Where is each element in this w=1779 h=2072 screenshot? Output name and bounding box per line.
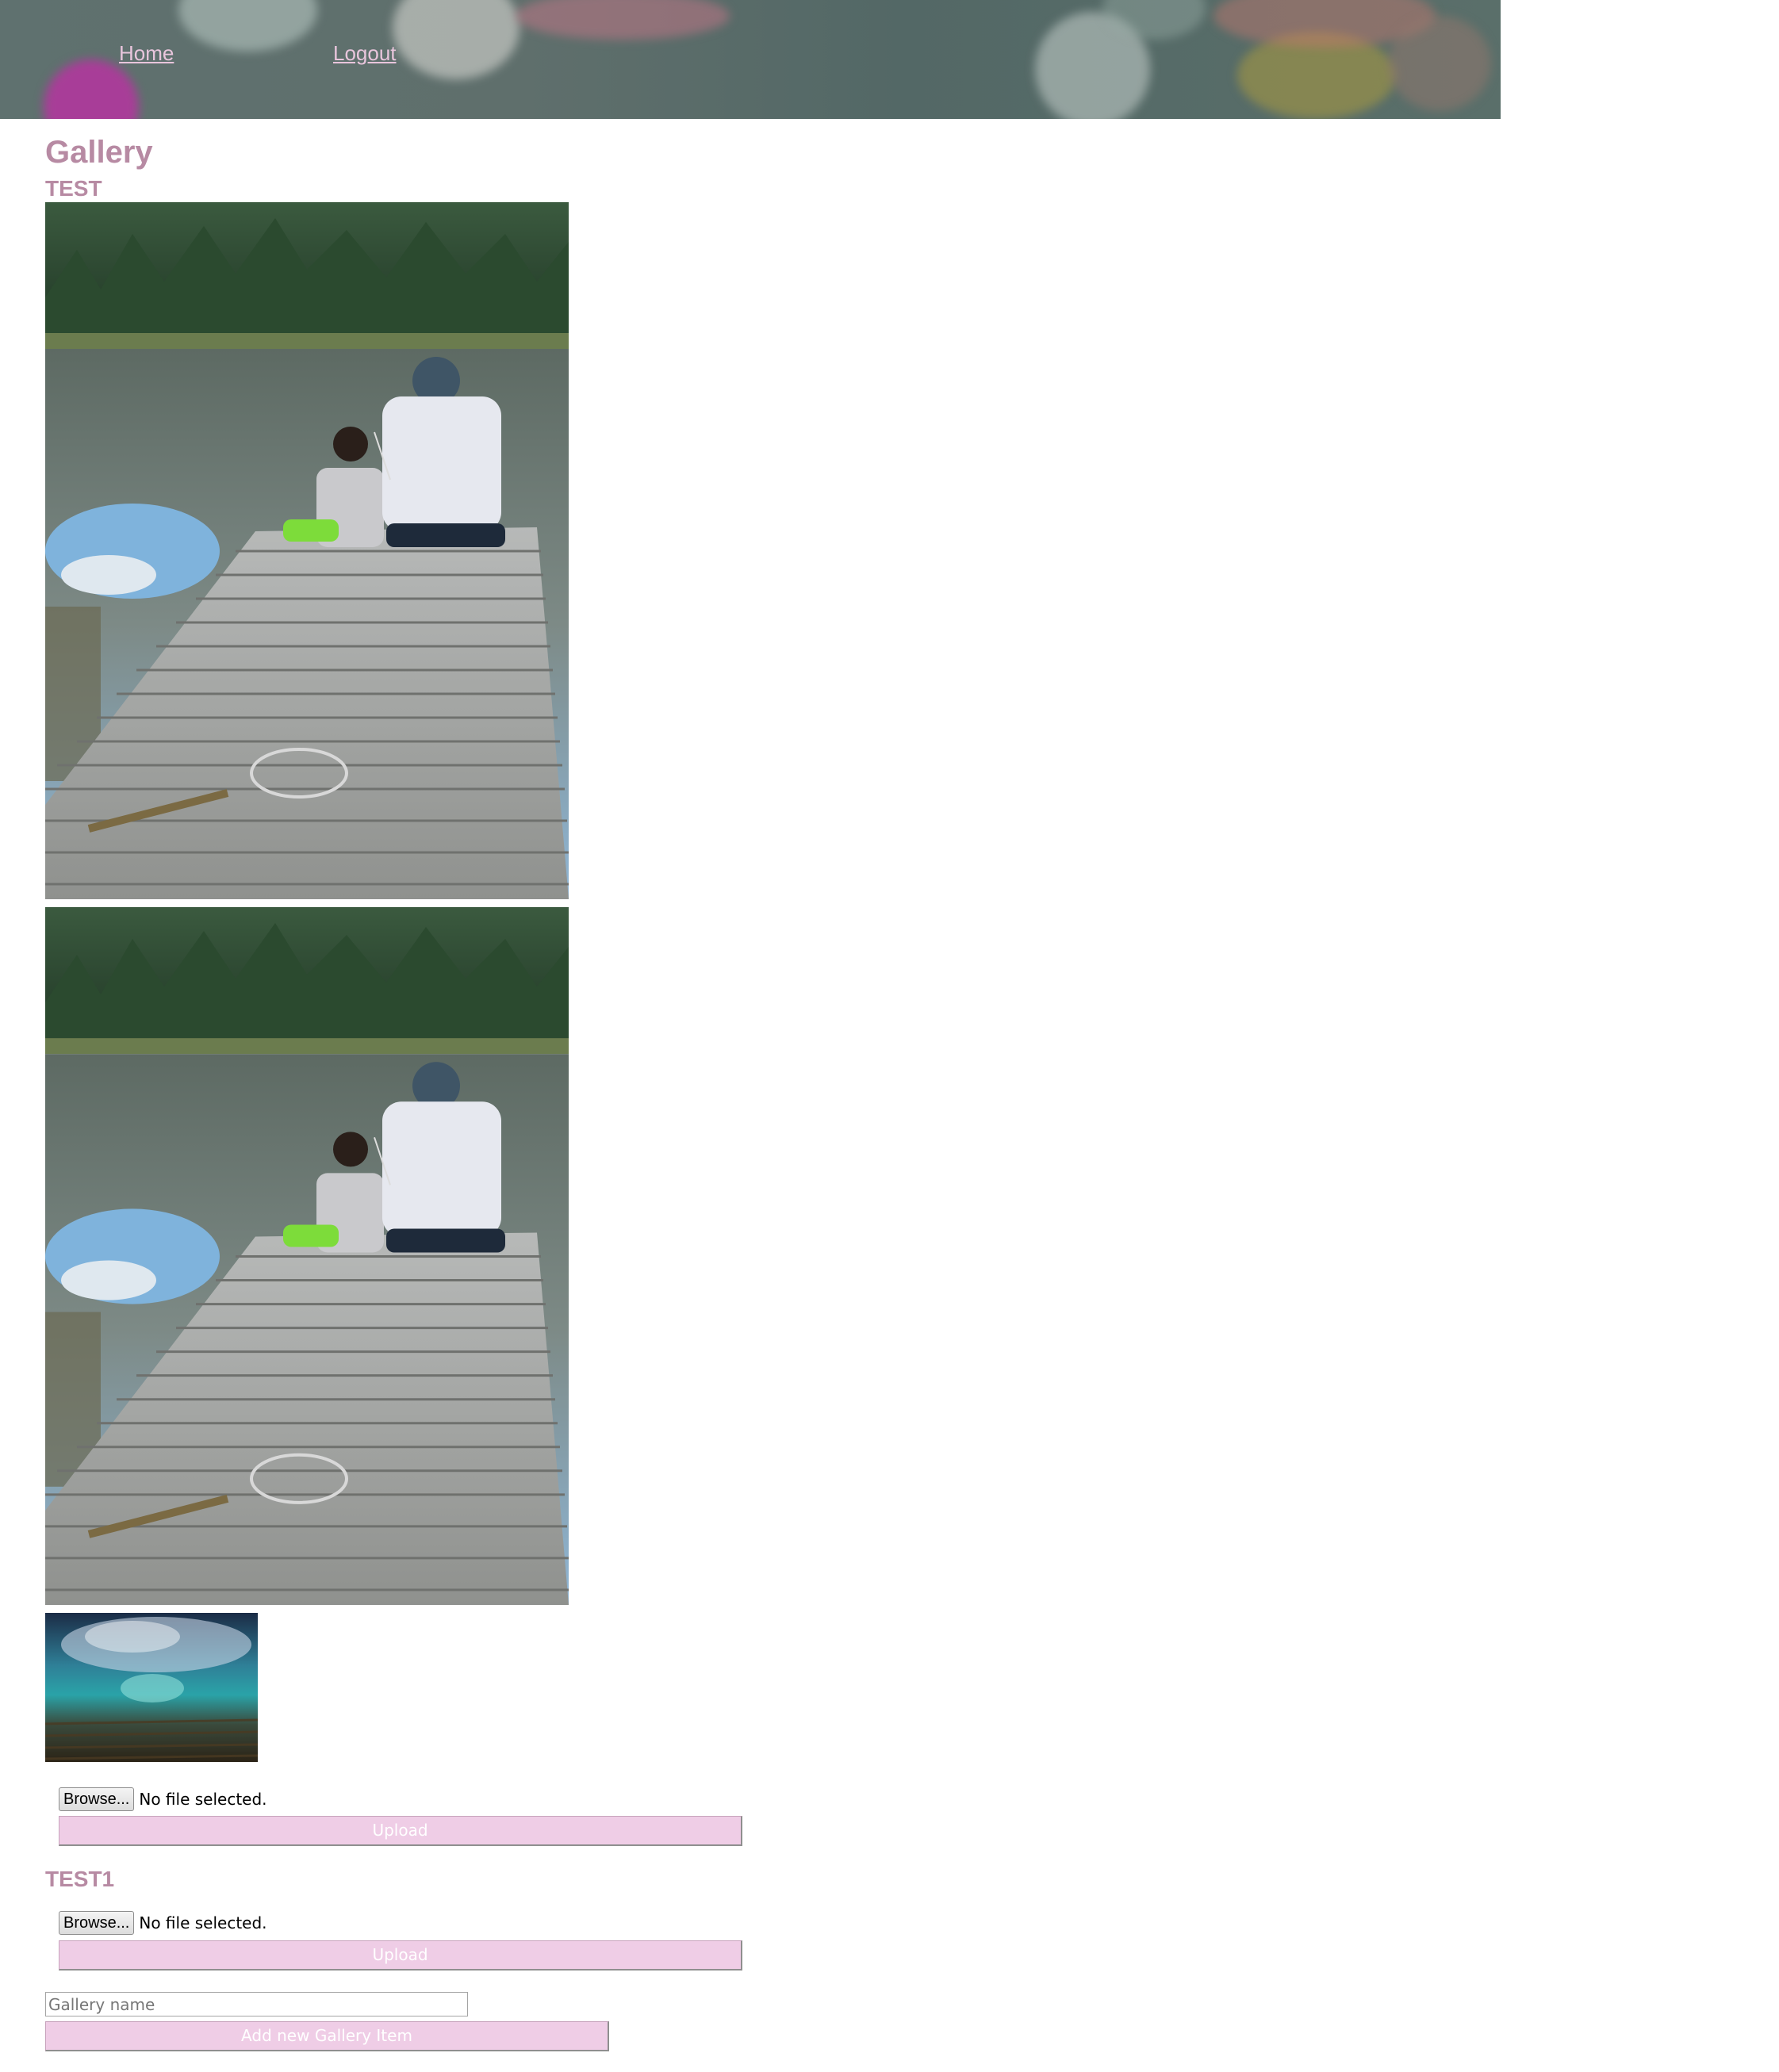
add-gallery-button[interactable]: Add new Gallery Item <box>45 2021 609 2051</box>
underwater-wave-photo <box>45 1613 258 1762</box>
bokeh-decoration <box>516 0 730 40</box>
upload-button[interactable]: Upload <box>59 1816 742 1846</box>
gallery-title: TEST <box>45 176 102 201</box>
gallery-photo[interactable] <box>45 907 569 1605</box>
file-status-text: No file selected. <box>139 1790 267 1809</box>
file-input[interactable]: Browse... No file selected. <box>59 1787 267 1811</box>
upload-button[interactable]: Upload <box>59 1940 742 1971</box>
browse-button[interactable]: Browse... <box>59 1911 135 1935</box>
dock-fishing-photo <box>45 202 569 899</box>
nav-logout-link[interactable]: Logout <box>333 41 397 66</box>
gallery-title: TEST1 <box>45 1867 115 1891</box>
gallery-name-input[interactable] <box>45 1992 468 2016</box>
browse-button[interactable]: Browse... <box>59 1787 135 1811</box>
file-input[interactable]: Browse... No file selected. <box>59 1911 267 1935</box>
bokeh-decoration <box>44 59 139 119</box>
page-title: Gallery <box>45 135 153 170</box>
bokeh-decoration <box>178 0 317 52</box>
gallery-photo[interactable] <box>45 1613 258 1762</box>
header-banner: Home Logout <box>0 0 1501 119</box>
nav-home-link[interactable]: Home <box>119 41 174 66</box>
file-status-text: No file selected. <box>139 1913 267 1932</box>
bokeh-decoration <box>393 0 520 79</box>
dock-fishing-photo <box>45 907 569 1605</box>
gallery-photo[interactable] <box>45 202 569 899</box>
bokeh-decoration <box>1388 16 1491 111</box>
page: Home Logout Gallery TEST Browse... No fi… <box>0 0 1779 2072</box>
